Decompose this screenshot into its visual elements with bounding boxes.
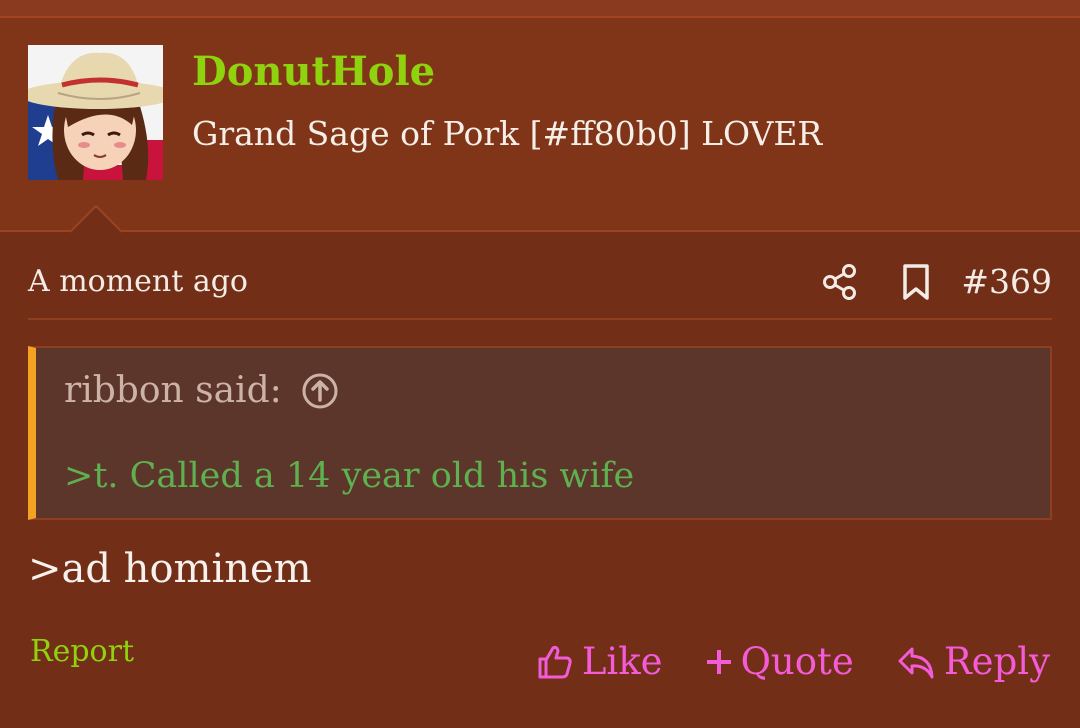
thumbs-up-icon [538,645,572,678]
post-timestamp[interactable]: A moment ago [28,264,248,299]
jump-to-quote-icon[interactable] [300,371,340,411]
post-number-link[interactable]: #369 [961,262,1052,301]
plus-icon [706,649,731,674]
quote-label: Quote [740,640,854,683]
quote-button[interactable]: Quote [705,640,854,683]
bookmark-icon[interactable] [896,262,936,302]
reply-button[interactable]: Reply [896,640,1050,683]
post-meta-bar: A moment ago #369 [28,262,1052,320]
avatar[interactable] [28,45,163,180]
like-label: Like [581,640,663,683]
quote-header: ribbon said: [64,370,340,411]
post-actions: Like Quote Reply [494,640,1050,683]
username[interactable]: DonutHole [192,48,435,95]
user-title: Grand Sage of Pork [#ff80b0] LOVER [192,114,823,153]
quote-greentext: >t. Called a 14 year old his wife [64,456,635,496]
quote-author[interactable]: ribbon said: [64,370,282,411]
post-author-header: DonutHole Grand Sage of Pork [#ff80b0] L… [0,18,1080,232]
header-pointer [70,205,122,233]
post-body: >ad hominem [28,546,312,592]
quote-block: ribbon said: >t. Called a 14 year old hi… [28,346,1052,520]
avatar-image [28,45,163,180]
share-icon[interactable] [820,262,860,302]
reply-icon [898,647,934,678]
like-button[interactable]: Like [536,640,663,683]
reply-label: Reply [943,640,1050,683]
report-link[interactable]: Report [30,634,134,669]
top-border [0,0,1080,18]
